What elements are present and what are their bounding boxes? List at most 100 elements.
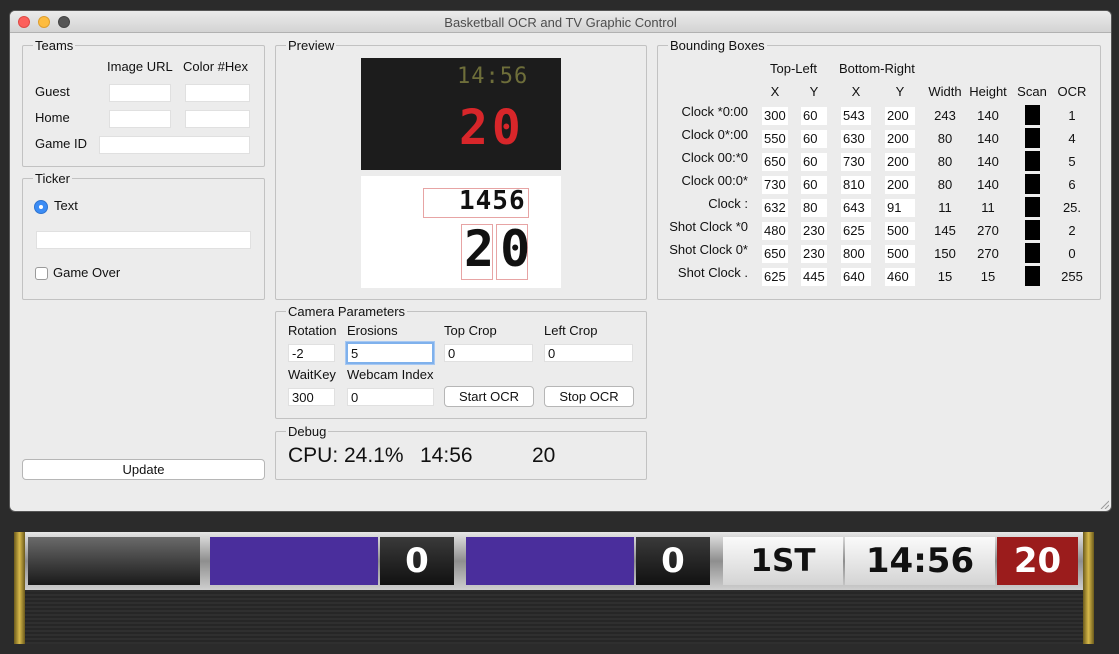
erosions-label: Erosions xyxy=(347,323,398,338)
bbox-y2-input[interactable]: 460 xyxy=(885,268,915,286)
scan-preview xyxy=(1025,220,1040,240)
bbox-y1-input[interactable]: 230 xyxy=(801,222,827,240)
bbox-x2-input[interactable]: 543 xyxy=(841,107,871,125)
row-label: Shot Clock 0* xyxy=(669,242,748,257)
game-id-label: Game ID xyxy=(35,136,88,151)
ocr-preview-image: 1456 20 xyxy=(361,176,561,288)
bbox-x2-input[interactable]: 643 xyxy=(841,199,871,217)
bbox-height: 140 xyxy=(977,131,999,146)
bbox-y1-input[interactable]: 60 xyxy=(801,107,827,125)
column-header: X xyxy=(851,84,861,99)
home-label: Home xyxy=(35,110,70,125)
table-row: Shot Clock . 625 445 640 460 15 15 255 xyxy=(658,265,1102,287)
table-row: Shot Clock 0* 650 230 800 500 150 270 0 xyxy=(658,242,1102,264)
scan-preview xyxy=(1025,128,1040,148)
row-label: Clock 00:0* xyxy=(681,173,748,188)
scan-preview xyxy=(1025,151,1040,171)
bbox-x2-input[interactable]: 800 xyxy=(841,245,871,263)
scoreboard-right-post xyxy=(1083,532,1094,644)
webcam-index-label: Webcam Index xyxy=(347,367,434,382)
bbox-x2-input[interactable]: 640 xyxy=(841,268,871,286)
bbox-y2-input[interactable]: 200 xyxy=(885,176,915,194)
row-label: Shot Clock *0 xyxy=(669,219,748,234)
preview-clock-digits: 14:56 xyxy=(457,64,529,89)
bbox-height: 140 xyxy=(977,108,999,123)
left-crop-input[interactable] xyxy=(544,344,633,362)
bbox-x1-input[interactable]: 632 xyxy=(762,199,788,217)
ocr-shot-digits: 20 xyxy=(464,220,537,278)
bbox-height: 270 xyxy=(977,223,999,238)
bbox-y2-input[interactable]: 200 xyxy=(885,130,915,148)
column-header: Height xyxy=(969,84,1007,99)
debug-group-title: Debug xyxy=(286,424,329,439)
bbox-x2-input[interactable]: 730 xyxy=(841,153,871,171)
column-header: Y xyxy=(895,84,905,99)
bbox-x2-input[interactable]: 630 xyxy=(841,130,871,148)
bbox-x2-input[interactable]: 810 xyxy=(841,176,871,194)
bbox-width: 150 xyxy=(934,246,956,261)
ocr-value: 255 xyxy=(1061,269,1083,284)
update-button[interactable]: Update xyxy=(22,459,265,480)
bbox-y2-input[interactable]: 200 xyxy=(885,153,915,171)
bbox-height: 15 xyxy=(980,269,996,284)
camera-parameters-title: Camera Parameters xyxy=(286,304,408,319)
debug-group: Debug CPU: 24.1% 14:56 20 xyxy=(275,424,647,480)
bbox-y1-input[interactable]: 445 xyxy=(801,268,827,286)
bbox-x1-input[interactable]: 550 xyxy=(762,130,788,148)
bbox-x1-input[interactable]: 650 xyxy=(762,245,788,263)
guest-color-input[interactable] xyxy=(185,84,250,102)
title-bar: Basketball OCR and TV Graphic Control xyxy=(10,11,1111,33)
scan-preview xyxy=(1025,174,1040,194)
bbox-x1-input[interactable]: 480 xyxy=(762,222,788,240)
bbox-height: 270 xyxy=(977,246,999,261)
ticker-text-input[interactable] xyxy=(36,231,251,249)
bbox-y2-input[interactable]: 91 xyxy=(885,199,915,217)
bbox-y2-input[interactable]: 200 xyxy=(885,107,915,125)
bbox-y1-input[interactable]: 60 xyxy=(801,130,827,148)
bbox-y1-input[interactable]: 80 xyxy=(801,199,827,217)
table-row: Clock 0*:00 550 60 630 200 80 140 4 xyxy=(658,127,1102,149)
row-label: Clock 00:*0 xyxy=(681,150,748,165)
ticker-group: Ticker Text Game Over xyxy=(22,171,265,300)
column-header: Y xyxy=(809,84,819,99)
table-row: Clock : 632 80 643 91 11 11 25. xyxy=(658,196,1102,218)
bbox-width: 80 xyxy=(937,154,953,169)
bbox-x1-input[interactable]: 625 xyxy=(762,268,788,286)
row-label: Shot Clock . xyxy=(677,265,748,280)
bbox-x1-input[interactable]: 300 xyxy=(762,107,788,125)
rotation-input[interactable] xyxy=(288,344,335,362)
game-id-input[interactable] xyxy=(99,136,250,154)
ocr-value: 4 xyxy=(1068,131,1076,146)
ocr-clock-digits: 1456 xyxy=(459,186,526,216)
resize-grip-icon[interactable] xyxy=(1099,499,1109,509)
bbox-y2-input[interactable]: 500 xyxy=(885,245,915,263)
bbox-y2-input[interactable]: 500 xyxy=(885,222,915,240)
waitkey-input[interactable] xyxy=(288,388,335,406)
preview-group-title: Preview xyxy=(286,38,337,53)
webcam-index-input[interactable] xyxy=(347,388,434,406)
stop-ocr-button[interactable]: Stop OCR xyxy=(544,386,634,407)
ticker-text-radio[interactable] xyxy=(34,200,48,214)
bbox-y1-input[interactable]: 60 xyxy=(801,153,827,171)
ocr-value: 0 xyxy=(1068,246,1076,261)
bbox-y1-input[interactable]: 60 xyxy=(801,176,827,194)
left-crop-label: Left Crop xyxy=(544,323,598,338)
game-over-checkbox[interactable] xyxy=(35,267,48,280)
bbox-x1-input[interactable]: 730 xyxy=(762,176,788,194)
bbox-y1-input[interactable]: 230 xyxy=(801,245,827,263)
top-crop-input[interactable] xyxy=(444,344,533,362)
start-ocr-button[interactable]: Start OCR xyxy=(444,386,534,407)
image-url-column-label: Image URL xyxy=(107,59,173,74)
bbox-width: 11 xyxy=(938,200,952,215)
erosions-input[interactable] xyxy=(346,342,434,364)
home-image-url-input[interactable] xyxy=(109,110,171,128)
bbox-x2-input[interactable]: 625 xyxy=(841,222,871,240)
game-over-label: Game Over xyxy=(53,265,121,280)
home-score: 0 xyxy=(661,541,685,581)
guest-image-url-input[interactable] xyxy=(109,84,171,102)
guest-team-color xyxy=(210,537,378,585)
period: 1ST xyxy=(750,543,816,579)
home-color-input[interactable] xyxy=(185,110,250,128)
column-header: OCR xyxy=(1057,84,1087,99)
bbox-x1-input[interactable]: 650 xyxy=(762,153,788,171)
